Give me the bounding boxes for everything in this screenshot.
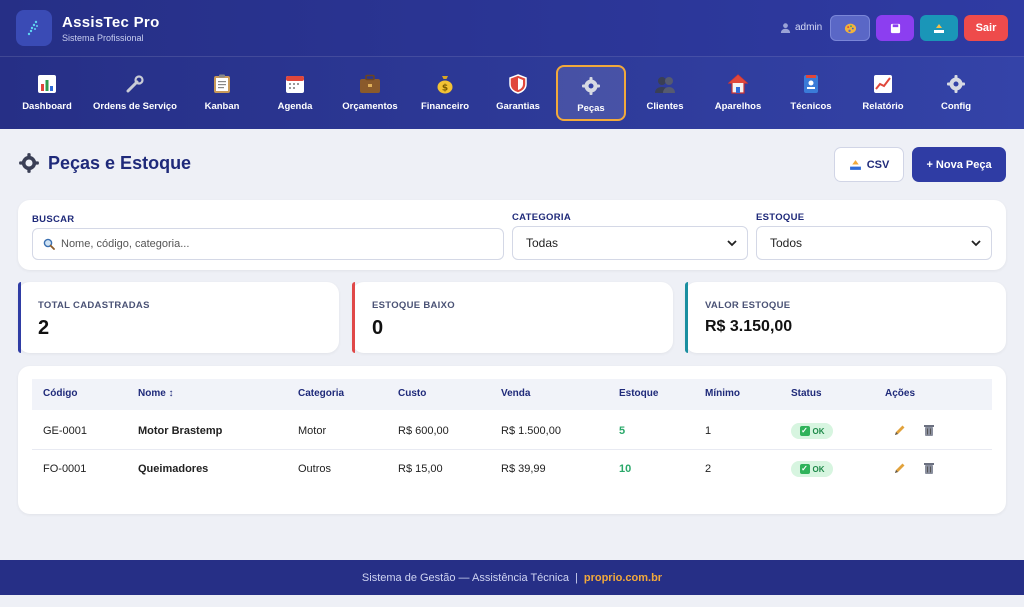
gear-icon [945,73,967,95]
col-status[interactable]: Status [791,388,822,399]
nav-item-dashboard[interactable]: Dashboard [18,65,76,121]
clipboard-icon [211,73,233,95]
trash-icon[interactable] [923,461,935,475]
footer: Sistema de Gestão — Assistência Técnica … [0,560,1024,595]
check-icon: ✓ [799,464,810,474]
palette-icon [844,23,856,33]
upload-icon [849,159,861,170]
search-icon [43,238,55,250]
col-estoque[interactable]: Estoque [619,388,658,399]
username: admin [795,22,823,33]
wrench-icon [124,73,146,95]
chart-icon [36,73,58,95]
app-title: AssisTec Pro [62,14,160,31]
nav-item-aparelhos[interactable]: Aparelhos [710,65,766,121]
page-title: Peças e Estoque [48,152,192,173]
stock-label: ESTOQUE [756,212,805,223]
nav-item-relatorio[interactable]: Relatório [858,65,908,121]
trash-icon[interactable] [923,423,935,437]
col-nome[interactable]: Nome ↕ [138,388,174,399]
col-venda[interactable]: Venda [501,388,530,399]
category-label: CATEGORIA [512,212,571,223]
col-categoria[interactable]: Categoria [298,388,344,399]
nav-item-garantias[interactable]: Garantias [492,65,544,121]
house-icon [727,73,749,95]
category-select[interactable]: Todas [512,226,748,260]
stock-select[interactable]: Todos [756,226,992,260]
line-chart-icon [872,73,894,95]
nav-item-ordens-de-servico[interactable]: Ordens de Serviço [92,65,178,121]
footer-separator: | [574,571,578,584]
parts-table: Código Nome ↕ Categoria Custo Venda Esto… [18,366,1006,514]
app-logo-icon [16,10,52,46]
page-header: Peças e Estoque [18,152,191,174]
floppy-icon [890,23,900,33]
stat-stock-value: VALOR ESTOQUE R$ 3.150,00 [685,282,1006,353]
theme-button[interactable] [830,15,870,41]
nav-item-financeiro[interactable]: $ Financeiro [418,65,472,121]
nav-item-agenda[interactable]: Agenda [268,65,322,121]
search-field[interactable] [32,228,504,260]
search-input[interactable] [61,238,481,250]
calendar-icon [284,73,306,95]
nav-item-kanban[interactable]: Kanban [198,65,246,121]
user-icon [780,23,791,33]
top-bar: AssisTec Pro Sistema Profissional admin … [0,0,1024,57]
export-csv-button[interactable]: CSV [834,147,904,182]
status-badge: ✓ OK [791,423,833,439]
stat-total: TOTAL CADASTRADAS 2 [18,282,339,353]
nav-item-clientes[interactable]: Clientes [640,65,690,121]
nav-item-orcamentos[interactable]: Orçamentos [338,65,402,121]
col-custo[interactable]: Custo [398,388,426,399]
nav-item-config[interactable]: Config [930,65,982,121]
user-menu[interactable]: admin [780,22,822,33]
briefcase-icon [359,73,381,95]
nav-item-tecnicos[interactable]: Técnicos [786,65,836,121]
status-badge: ✓ OK [791,461,833,477]
footer-text: Sistema de Gestão — Assistência Técnica [361,571,569,584]
edit-pencil-icon[interactable] [893,424,906,437]
upload-icon [934,23,944,33]
check-icon: ✓ [799,426,810,436]
save-button[interactable] [876,15,914,41]
col-minimo[interactable]: Mínimo [705,388,740,399]
col-codigo[interactable]: Código [43,388,77,399]
gear-icon [580,75,602,97]
main-nav: Dashboard Ordens de Serviço Kanban Agend… [0,57,1024,129]
stat-low-stock: ESTOQUE BAIXO 0 [352,282,673,353]
app-subtitle: Sistema Profissional [62,33,144,43]
filters-card: BUSCAR CATEGORIA Todas ESTOQUE Todos [18,200,1006,270]
new-part-button[interactable]: + Nova Peça [912,147,1006,182]
chevron-down-icon [971,239,981,246]
nav-item-pecas[interactable]: Peças [556,65,626,121]
users-icon [654,73,676,95]
upload-button[interactable] [920,15,958,41]
chevron-down-icon [727,239,737,246]
logout-button[interactable]: Sair [964,15,1008,41]
col-acoes: Ações [885,388,916,399]
search-label: BUSCAR [32,214,75,225]
technician-icon [800,73,822,95]
money-bag-icon: $ [434,73,456,95]
edit-pencil-icon[interactable] [893,462,906,475]
footer-link[interactable]: proprio.com.br [584,572,662,584]
gear-icon [19,153,39,173]
svg-text:$: $ [442,84,448,94]
shield-icon [507,73,529,95]
